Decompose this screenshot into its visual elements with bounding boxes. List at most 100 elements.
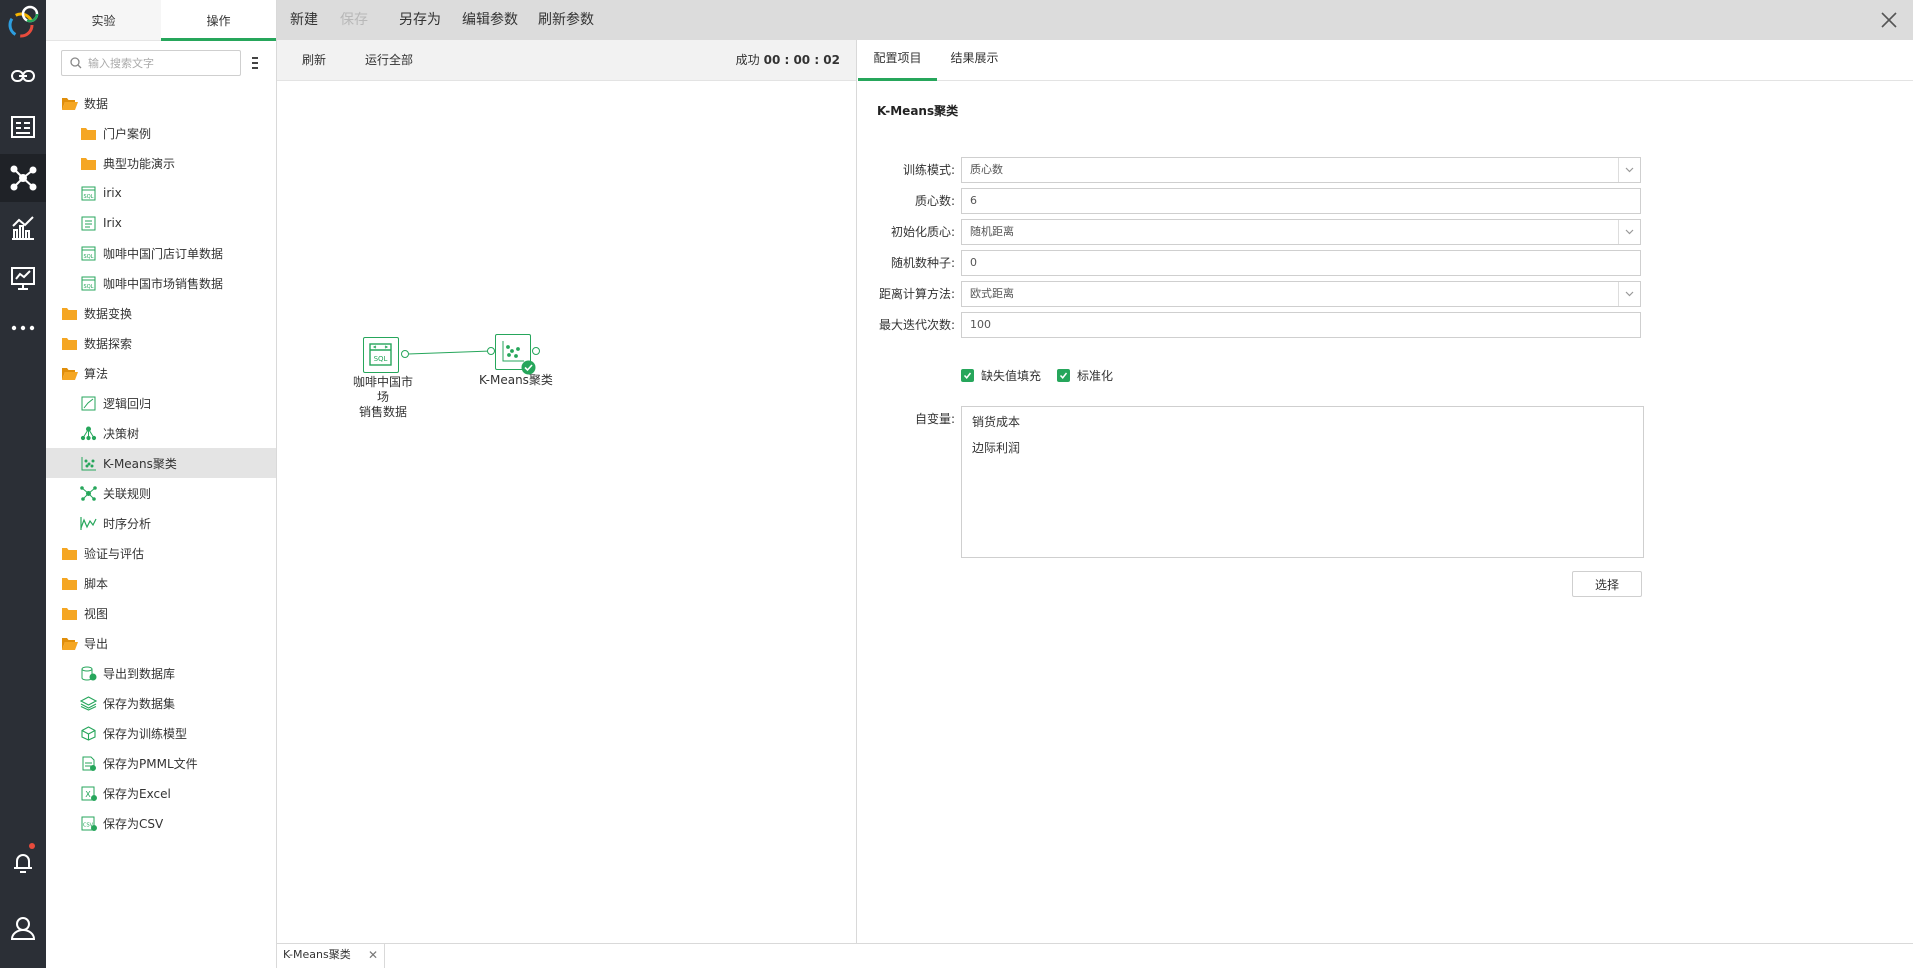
tree-item[interactable]: 决策树 — [46, 418, 276, 448]
rail-report-icon[interactable] — [0, 103, 46, 151]
config-input[interactable]: 0 — [961, 250, 1641, 276]
config-field-value: 随机距离 — [970, 225, 1014, 238]
tree-item-label: 保存为数据集 — [103, 696, 176, 711]
folder-open-icon — [61, 366, 78, 381]
checkbox-checked-icon — [961, 369, 974, 382]
node-kmeans-label: K-Means聚类 — [479, 373, 553, 387]
variables-list[interactable]: 销货成本 边际利润 — [961, 406, 1644, 558]
search-input[interactable] — [88, 56, 228, 70]
tree-item[interactable]: 数据探索 — [46, 328, 276, 358]
tree-item[interactable]: 导出 — [46, 628, 276, 658]
tab-experiment[interactable]: 实验 — [46, 0, 161, 40]
config-input[interactable]: 6 — [961, 188, 1641, 214]
config-title: K-Means聚类 — [877, 104, 959, 118]
folder-icon — [61, 546, 78, 561]
edit-params-button[interactable]: 编辑参数 — [462, 0, 518, 40]
tab-results[interactable]: 结果展示 — [937, 40, 1012, 81]
config-field-value: 6 — [970, 194, 977, 207]
config-field-row: 训练模式: 质心数 — [858, 157, 1913, 183]
tree-item-label: 门户案例 — [103, 126, 152, 141]
select-variables-button[interactable]: 选择 — [1572, 571, 1642, 597]
svg-text:SQL: SQL — [374, 355, 388, 363]
variable-item[interactable]: 销货成本 — [972, 413, 1020, 430]
tab-config-items[interactable]: 配置项目 — [858, 40, 937, 81]
tree-item[interactable]: 脚本 — [46, 568, 276, 598]
node-source-label-line1: 咖啡中国市场 — [352, 375, 413, 404]
tree-item[interactable]: 典型功能演示 — [46, 148, 276, 178]
folder-open-icon — [61, 96, 78, 111]
excel-export-icon: X — [80, 786, 97, 801]
tab-operation[interactable]: 操作 — [161, 0, 276, 41]
refresh-params-button[interactable]: 刷新参数 — [538, 0, 594, 40]
svg-text:SQL: SQL — [84, 284, 94, 290]
config-field-label: 初始化质心: — [890, 225, 955, 239]
experiment-tab[interactable]: K-Means聚类 ✕ — [277, 944, 385, 968]
tree-item[interactable]: SQL 咖啡中国市场销售数据 — [46, 268, 276, 298]
tree-item[interactable]: Irix — [46, 208, 276, 238]
standardize-checkbox[interactable]: 标准化 — [1057, 367, 1113, 384]
node-kmeans-input-port[interactable] — [487, 347, 495, 355]
regression-icon — [80, 396, 97, 411]
config-field-label: 距离计算方法: — [878, 287, 955, 301]
node-source-output-port[interactable] — [401, 350, 409, 358]
rail-analysis-icon[interactable] — [0, 204, 46, 252]
tree-item[interactable]: 时序分析 — [46, 508, 276, 538]
tree-item[interactable]: SQL irix — [46, 178, 276, 208]
decision-tree-icon — [80, 426, 97, 441]
save-as-button[interactable]: 另存为 — [399, 0, 441, 40]
tab-close-icon[interactable]: ✕ — [368, 944, 378, 966]
config-input[interactable]: 100 — [961, 312, 1641, 338]
node-kmeans-output-port[interactable] — [532, 347, 540, 355]
sql-dataset-icon: SQL — [80, 276, 97, 291]
missing-fill-checkbox[interactable]: 缺失值填充 — [961, 367, 1041, 384]
save-button[interactable]: 保存 — [340, 0, 368, 40]
tree-item[interactable]: 保存为PMML文件 — [46, 748, 276, 778]
tree-item[interactable]: K-Means聚类 — [46, 448, 276, 478]
tree-item[interactable]: 导出到数据库 — [46, 658, 276, 688]
tree-item[interactable]: 数据变换 — [46, 298, 276, 328]
tree-item[interactable]: 关联规则 — [46, 478, 276, 508]
tree-item[interactable]: 逻辑回归 — [46, 388, 276, 418]
config-panel: 配置项目 结果展示 K-Means聚类 训练模式: 质心数质心数: 6 初始化质心: 随… — [858, 40, 1913, 943]
checkbox-checked-icon — [1057, 369, 1070, 382]
tree-item-label: irix — [103, 186, 122, 200]
config-select[interactable]: 质心数 — [961, 157, 1641, 183]
tree-item-label: 数据探索 — [84, 336, 133, 351]
chevron-down-icon[interactable] — [1618, 220, 1640, 244]
tree-item[interactable]: X 保存为Excel — [46, 778, 276, 808]
rail-dashboard-icon[interactable] — [0, 254, 46, 302]
new-button[interactable]: 新建 — [290, 0, 318, 40]
tree-item[interactable]: 验证与评估 — [46, 538, 276, 568]
rail-user-icon[interactable] — [0, 904, 46, 952]
tree-menu-icon[interactable] — [250, 54, 260, 72]
config-select[interactable]: 欧式距离 — [961, 281, 1641, 307]
chevron-down-icon[interactable] — [1618, 282, 1640, 306]
rail-mining-icon[interactable] — [0, 154, 46, 202]
tree-item[interactable]: 数据 — [46, 88, 276, 118]
config-field-row: 距离计算方法: 欧式距离 — [858, 281, 1913, 307]
rail-more-icon[interactable] — [0, 304, 46, 352]
config-select[interactable]: 随机距离 — [961, 219, 1641, 245]
tree-item[interactable]: 视图 — [46, 598, 276, 628]
tree-item[interactable]: 保存为数据集 — [46, 688, 276, 718]
search-icon — [70, 57, 82, 69]
tree-item-label: 保存为Excel — [103, 786, 171, 801]
config-field-row: 最大迭代次数: 100 — [858, 312, 1913, 338]
tree-item-label: 典型功能演示 — [103, 156, 176, 171]
tree-item[interactable]: CSV 保存为CSV — [46, 808, 276, 838]
config-field-label: 质心数: — [914, 194, 955, 208]
tree-item[interactable]: 保存为训练模型 — [46, 718, 276, 748]
rail-link-icon[interactable] — [0, 52, 46, 100]
tree-item[interactable]: 算法 — [46, 358, 276, 388]
variable-item[interactable]: 边际利润 — [972, 439, 1020, 456]
rail-notification-icon[interactable] — [0, 838, 46, 886]
chevron-down-icon[interactable] — [1618, 158, 1640, 182]
node-sql-source[interactable]: SQL — [363, 337, 399, 373]
tree-item[interactable]: 门户案例 — [46, 118, 276, 148]
operation-tree: 数据 门户案例 典型功能演示 SQL irix Irix SQL 咖啡中国门店订单数据 SQL 咖… — [46, 88, 276, 838]
config-field-value: 0 — [970, 256, 977, 269]
config-field-row: 质心数: 6 — [858, 188, 1913, 214]
close-icon[interactable] — [1879, 10, 1899, 30]
tree-item[interactable]: SQL 咖啡中国门店订单数据 — [46, 238, 276, 268]
missing-fill-label: 缺失值填充 — [981, 369, 1042, 383]
